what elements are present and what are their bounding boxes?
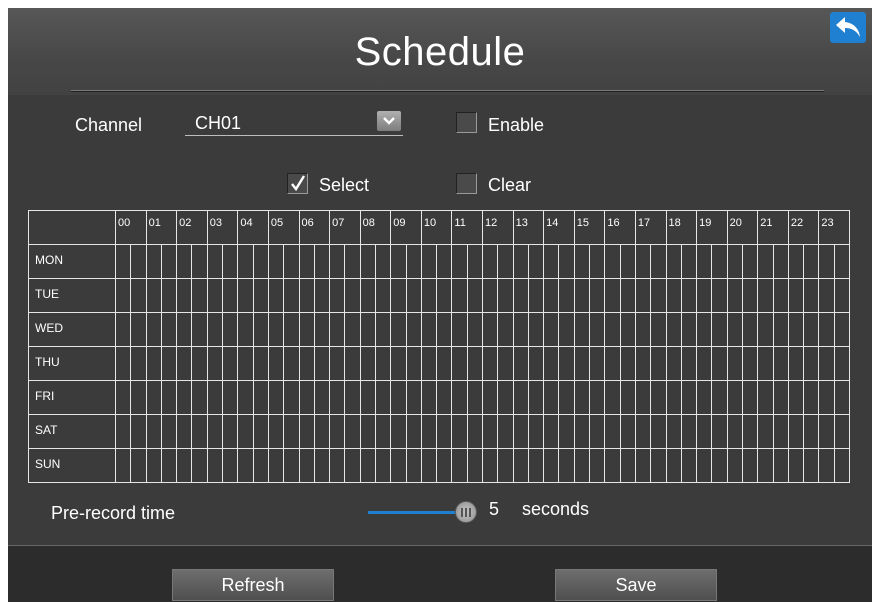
channel-select[interactable]: CH01	[185, 108, 403, 136]
hour-label: 22	[790, 217, 804, 229]
prerecord-slider-track[interactable]	[368, 511, 458, 514]
hour-label: 20	[729, 217, 742, 229]
hour-label: 18	[668, 217, 681, 229]
title-divider	[71, 90, 824, 92]
grid-half-hour-line	[252, 244, 254, 482]
save-button[interactable]: Save	[555, 569, 717, 601]
day-label: MON	[35, 253, 63, 267]
grid-row-line	[29, 380, 849, 381]
refresh-button[interactable]: Refresh	[172, 569, 334, 601]
enable-checkbox[interactable]	[456, 112, 477, 133]
grid-row-line	[29, 312, 849, 313]
grid-row-line	[29, 278, 849, 279]
prerecord-slider-thumb[interactable]	[455, 501, 477, 523]
prerecord-label: Pre-record time	[51, 503, 176, 523]
hour-label: 21	[760, 217, 773, 229]
hour-label: 04	[240, 217, 253, 229]
grid-half-hour-line	[527, 244, 529, 482]
hour-label: 10	[423, 217, 437, 229]
grid-half-hour-line	[741, 244, 743, 482]
checkmark-icon	[291, 175, 306, 192]
grid-row-line	[29, 448, 849, 449]
prerecord-value: 5	[489, 499, 500, 519]
grid-half-hour-line	[313, 244, 315, 482]
chevron-down-icon[interactable]	[377, 111, 401, 131]
prerecord-unit: seconds	[522, 499, 590, 519]
channel-value: CH01	[195, 113, 242, 133]
hour-label: 05	[270, 217, 284, 229]
hour-label: 13	[515, 217, 528, 229]
back-arrow-icon	[836, 17, 860, 37]
grid-half-hour-line	[374, 244, 376, 482]
grid-half-hour-line	[650, 244, 652, 482]
hour-label: 03	[209, 217, 222, 229]
day-label: FRI	[35, 389, 55, 403]
schedule-grid[interactable]: 00 01 02 03 04 05 06 07 08 09 10 11 12 13 14 15 16 17 18 19…	[28, 210, 850, 483]
grid-half-hour-line	[160, 244, 162, 482]
hour-label: 00	[118, 217, 131, 229]
day-label: TUE	[35, 287, 59, 301]
footer	[8, 545, 872, 602]
clear-checkbox[interactable]	[456, 173, 477, 194]
grid-half-hour-line	[680, 244, 682, 482]
schedule-panel: Schedule Channel CH01 Enable Select Clea…	[8, 8, 872, 602]
grid-half-hour-line	[711, 244, 713, 482]
grid-half-hour-line	[344, 244, 346, 482]
header: Schedule	[8, 8, 872, 95]
grid-half-hour-line	[558, 244, 560, 482]
grid-row-line	[29, 346, 849, 347]
channel-label: Channel	[75, 115, 143, 135]
hour-label: 14	[546, 217, 559, 229]
hour-label: 01	[148, 217, 161, 229]
hour-label: 07	[332, 217, 345, 229]
grid-half-hour-line	[405, 244, 407, 482]
grid-half-hour-line	[833, 244, 835, 482]
hour-label: 11	[454, 217, 466, 229]
day-label: SUN	[35, 457, 61, 471]
hour-label: 12	[485, 217, 498, 229]
grid-half-hour-line	[772, 244, 774, 482]
hour-label: 15	[576, 217, 589, 229]
grid-half-hour-line	[803, 244, 805, 482]
grid-half-hour-line	[589, 244, 591, 482]
grid-half-hour-line	[466, 244, 468, 482]
hour-label: 02	[179, 217, 192, 229]
grid-row-line	[29, 244, 849, 245]
day-label: SAT	[35, 423, 58, 437]
grid-half-hour-line	[191, 244, 193, 482]
day-label: THU	[35, 355, 60, 369]
select-checkbox[interactable]	[287, 173, 308, 194]
select-label: Select	[319, 175, 370, 195]
day-label: WED	[35, 321, 63, 335]
hour-label: 23	[821, 217, 834, 229]
grid-half-hour-line	[283, 244, 285, 482]
grid-half-hour-line	[619, 244, 621, 482]
grid-row-line	[29, 414, 849, 415]
grid-half-hour-line	[436, 244, 438, 482]
back-button[interactable]	[830, 12, 866, 43]
page-title: Schedule	[354, 30, 526, 74]
grid-half-hour-line	[222, 244, 224, 482]
hour-label: 16	[607, 217, 620, 229]
grid-half-hour-line	[130, 244, 132, 482]
clear-label: Clear	[488, 175, 532, 195]
enable-label: Enable	[488, 115, 545, 135]
hour-label: 17	[637, 217, 651, 229]
hour-label: 06	[301, 217, 314, 229]
hour-label: 19	[699, 217, 712, 229]
grid-half-hour-line	[497, 244, 499, 482]
hour-label: 08	[362, 217, 375, 229]
hour-label: 09	[393, 217, 406, 229]
